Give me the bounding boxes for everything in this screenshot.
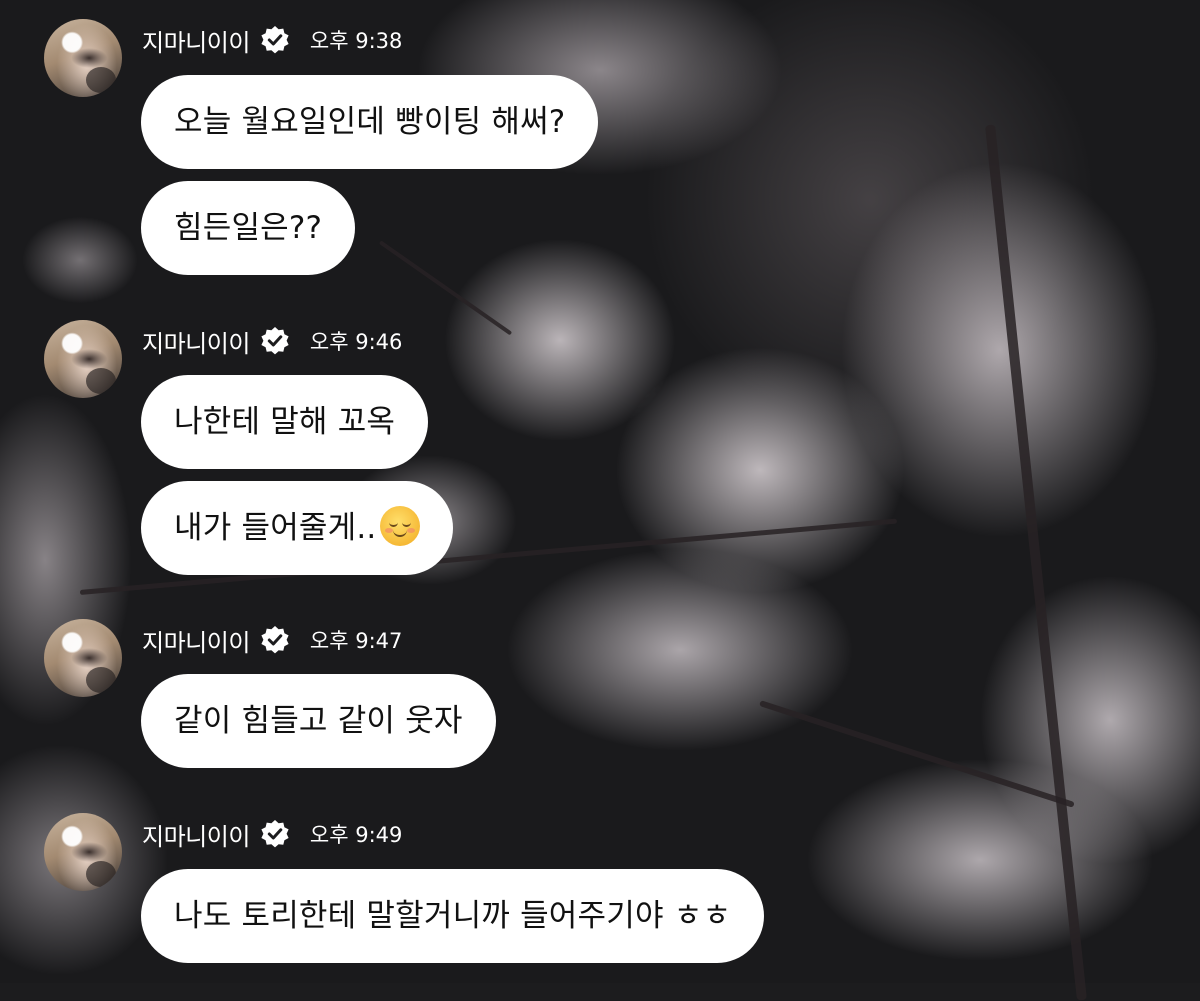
message-bubble[interactable]: 같이 힘들고 같이 웃자 — [141, 674, 496, 768]
sender-meta: 지마니이이 오후 9:46 — [142, 321, 402, 361]
message-bubble[interactable]: 내가 들어줄게.. — [141, 481, 454, 575]
sender-meta: 지마니이이 오후 9:38 — [142, 20, 402, 60]
message-bubble[interactable]: 나한테 말해 꼬옥 — [141, 375, 429, 469]
avatar[interactable] — [44, 19, 122, 97]
avatar[interactable] — [44, 813, 122, 891]
sender-name: 지마니이이 — [142, 28, 250, 57]
message-bubble-text: 내가 들어줄게.. — [174, 510, 377, 546]
message-time: 오후 9:49 — [309, 823, 403, 847]
avatar[interactable] — [44, 619, 122, 697]
verified-check-icon — [260, 25, 290, 55]
sender-name: 지마니이이 — [142, 628, 250, 657]
sender-name: 지마니이이 — [142, 329, 250, 358]
message-time: 오후 9:38 — [309, 29, 403, 53]
smiling-face-emoji-icon — [380, 506, 421, 546]
message-bubble[interactable]: 오늘 월요일인데 빵이팅 해써? — [141, 75, 599, 169]
message-time: 오후 9:47 — [309, 629, 403, 653]
sender-meta: 지마니이이 오후 9:47 — [142, 620, 402, 660]
message-time: 오후 9:46 — [309, 330, 403, 354]
verified-check-icon — [260, 819, 290, 849]
message-bubble[interactable]: 나도 토리한테 말할거니까 들어주기야 ㅎㅎ — [141, 869, 765, 963]
verified-check-icon — [260, 625, 290, 655]
verified-check-icon — [260, 326, 290, 356]
sender-meta: 지마니이이 오후 9:49 — [142, 814, 402, 854]
avatar[interactable] — [44, 320, 122, 398]
sender-name: 지마니이이 — [142, 822, 250, 851]
message-bubble[interactable]: 힘든일은?? — [141, 181, 356, 275]
